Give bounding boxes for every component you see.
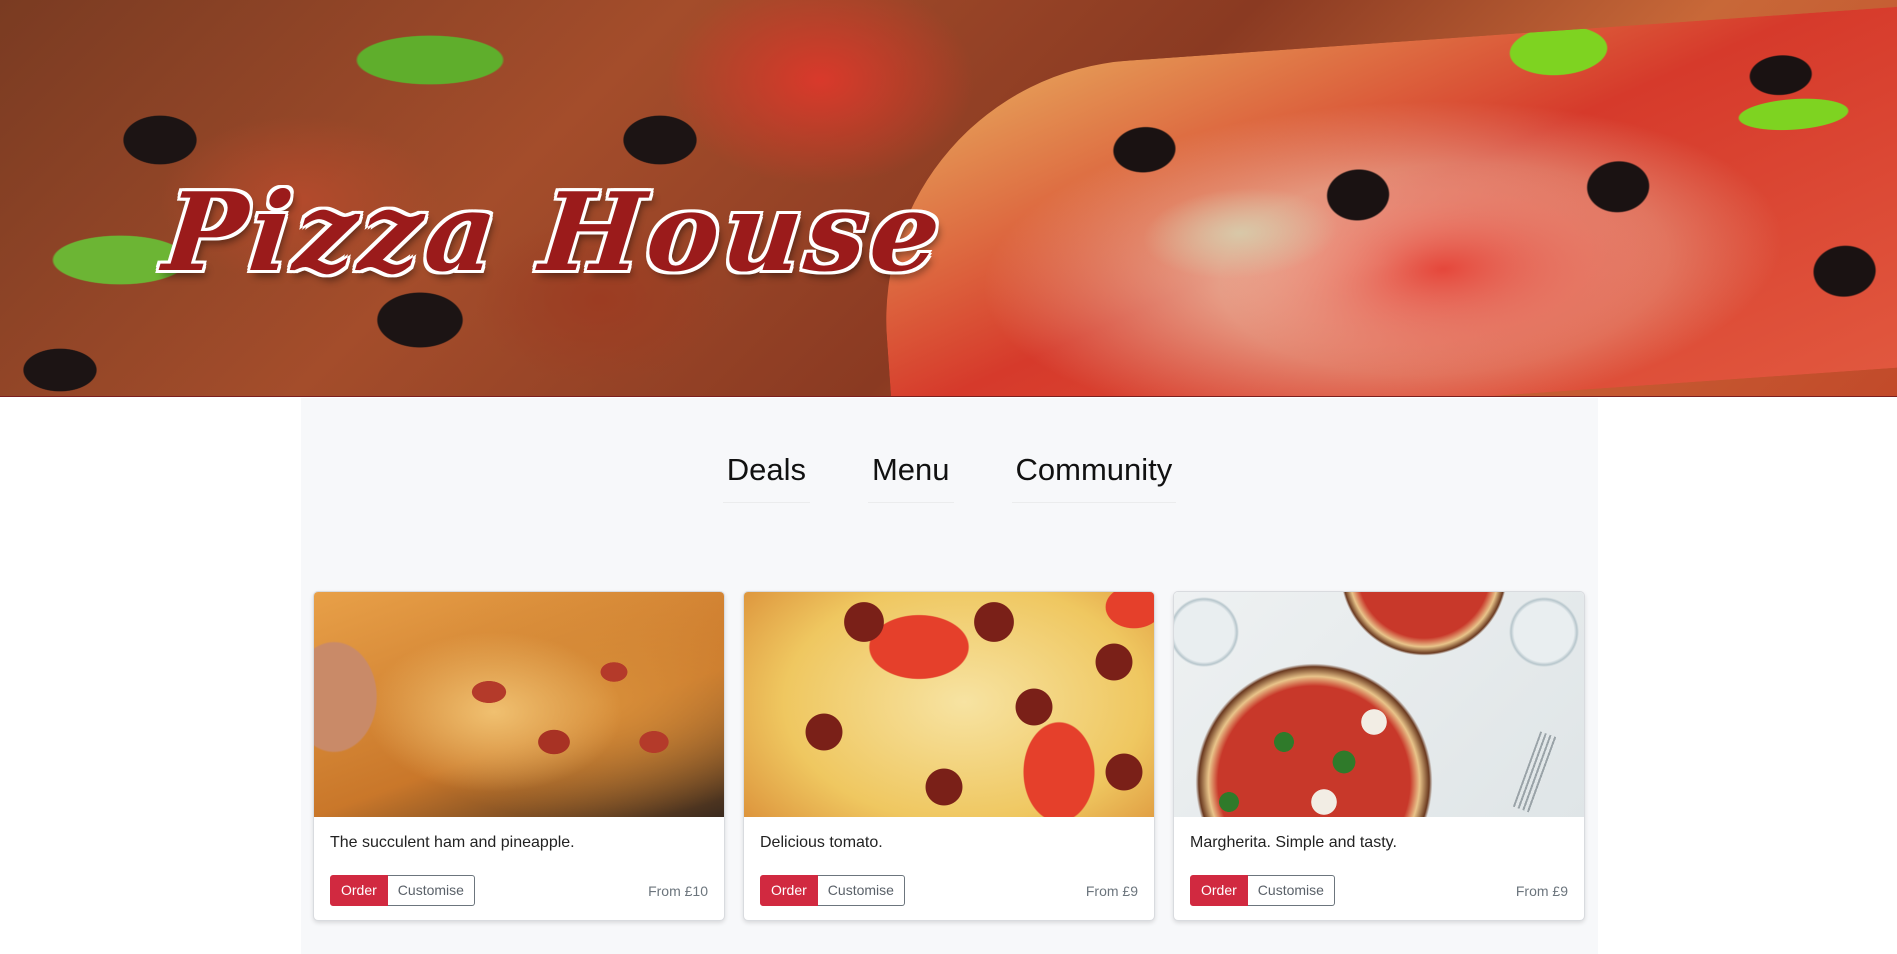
site-logo-title[interactable]: Pizza House (158, 170, 950, 296)
customise-button[interactable]: Customise (387, 875, 475, 906)
hand-image (314, 612, 434, 782)
pizza-card: Delicious tomato. Order Customise From £… (743, 591, 1155, 921)
nav-item-community[interactable]: Community (1011, 446, 1177, 503)
price-label: From £9 (1515, 882, 1568, 899)
main-panel: Deals Menu Community The succulent ham a… (301, 398, 1598, 954)
customise-button[interactable]: Customise (1247, 875, 1335, 906)
nav-item-menu[interactable]: Menu (867, 446, 954, 503)
order-button[interactable]: Order (330, 875, 388, 906)
order-button[interactable]: Order (760, 875, 818, 906)
button-group: Order Customise (760, 875, 905, 906)
pizza-card: The succulent ham and pineapple. Order C… (313, 591, 725, 921)
nav-item-deals[interactable]: Deals (722, 446, 810, 503)
order-button[interactable]: Order (1190, 875, 1248, 906)
price-label: From £10 (648, 882, 708, 899)
customise-button[interactable]: Customise (817, 875, 905, 906)
hero-pizza-image (868, 2, 1897, 396)
hero-banner: Pizza House (0, 0, 1897, 397)
pizza-card-list: The succulent ham and pineapple. Order C… (313, 591, 1585, 921)
pepperoni-tomato-pizza-image (744, 592, 1154, 817)
pizza-description: Margherita. Simple and tasty. (1190, 834, 1397, 851)
pizza-description: The succulent ham and pineapple. (330, 834, 575, 851)
fork-image (1512, 731, 1558, 813)
button-group: Order Customise (330, 875, 475, 906)
margherita-pizza-image (1174, 592, 1584, 817)
main-nav: Deals Menu Community (301, 446, 1598, 503)
button-group: Order Customise (1190, 875, 1335, 906)
price-label: From £9 (1085, 882, 1138, 899)
pizza-card: Margherita. Simple and tasty. Order Cust… (1173, 591, 1585, 921)
pizza-description: Delicious tomato. (760, 834, 883, 851)
ham-pineapple-pizza-image (314, 592, 724, 817)
